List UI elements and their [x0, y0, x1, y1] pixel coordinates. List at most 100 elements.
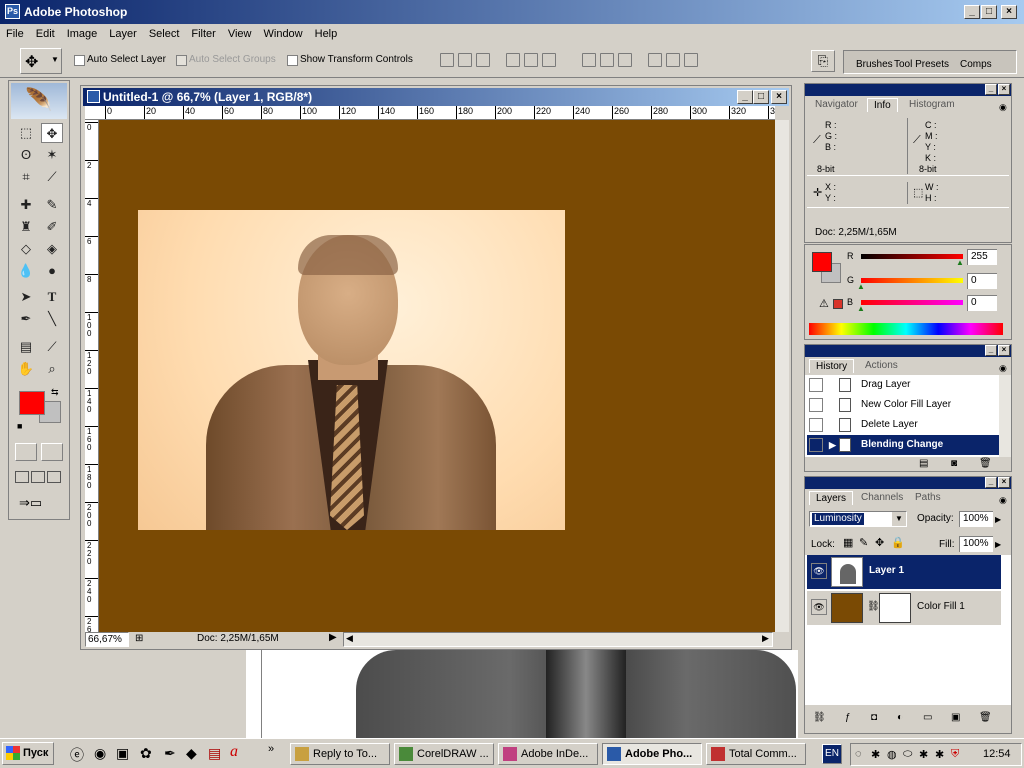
tab-info[interactable]: Info	[867, 98, 898, 112]
brush-tool-icon[interactable]: ✎	[41, 195, 63, 215]
tab-paths[interactable]: Paths	[909, 491, 947, 505]
visibility-eye-icon[interactable]: 👁	[811, 563, 827, 579]
history-item-selected[interactable]: ▶ Blending Change	[807, 435, 1001, 455]
zoom-level-field[interactable]: 66,67%	[85, 632, 129, 647]
tool-preset-picker[interactable]: ✥ ▼	[20, 48, 62, 74]
menu-select[interactable]: Select	[143, 24, 186, 44]
layers-panel-minimize-button[interactable]: _	[985, 477, 997, 488]
feather-logo-icon[interactable]: 🪶	[11, 83, 67, 119]
history-scrollbar[interactable]	[999, 375, 1011, 457]
slider-thumb-icon[interactable]: ▲	[956, 258, 964, 267]
tray-icon[interactable]: ✱	[871, 748, 880, 761]
new-snapshot-icon[interactable]: ◙	[951, 458, 957, 469]
photoshop-quicklaunch-icon[interactable]: ◆	[186, 745, 197, 762]
task-button-active[interactable]: Adobe Pho...	[602, 743, 702, 765]
standard-mode-icon[interactable]	[15, 443, 37, 461]
tab-channels[interactable]: Channels	[855, 491, 909, 505]
quick-mask-mode-icon[interactable]	[41, 443, 63, 461]
history-item[interactable]: New Color Fill Layer	[807, 395, 1001, 415]
lock-image-icon[interactable]: ✎	[859, 536, 868, 549]
lock-transparent-icon[interactable]: ▦	[843, 536, 853, 549]
vertical-scrollbar[interactable]	[775, 120, 789, 632]
blur-tool-icon[interactable]: 💧	[15, 261, 37, 281]
history-item[interactable]: Drag Layer	[807, 375, 1001, 395]
palette-tab-brushes[interactable]: Brushes	[856, 59, 893, 70]
eyedropper-tool-icon[interactable]: ⟋	[41, 337, 63, 357]
red-slider[interactable]	[861, 254, 963, 259]
green-slider[interactable]	[861, 278, 963, 283]
panel-menu-icon[interactable]: ◉	[999, 363, 1007, 374]
slider-thumb-icon[interactable]: ▲	[857, 304, 865, 313]
trash-icon[interactable]: 🗑	[979, 712, 992, 723]
more-quicklaunch-icon[interactable]: »	[268, 743, 274, 755]
tray-icon[interactable]: ⬭	[903, 748, 912, 761]
adjustment-layer-icon[interactable]: ◐	[897, 712, 903, 723]
lock-position-icon[interactable]: ✥	[875, 536, 884, 549]
distribute-right-icon[interactable]	[684, 53, 698, 67]
auto-select-groups-checkbox[interactable]	[176, 55, 187, 66]
task-button[interactable]: Total Comm...	[706, 743, 806, 765]
minimize-button[interactable]: _	[964, 5, 980, 19]
task-button[interactable]: Adobe InDe...	[498, 743, 598, 765]
jump-to-imageready-icon[interactable]: ⇒▭	[19, 495, 59, 513]
screen-mode-icons[interactable]	[15, 471, 65, 487]
trash-icon[interactable]: 🗑	[979, 458, 992, 469]
info-panel-close-button[interactable]: ×	[998, 84, 1010, 95]
doc-close-button[interactable]: ×	[771, 90, 787, 104]
panel-menu-icon[interactable]: ◉	[999, 495, 1007, 506]
move-tool-icon[interactable]: ✥	[41, 123, 63, 143]
history-panel-close-button[interactable]: ×	[998, 345, 1010, 356]
desktop-icon[interactable]: ▣	[116, 745, 129, 762]
crop-tool-icon[interactable]: ⌗	[15, 167, 37, 187]
menu-view[interactable]: View	[222, 24, 258, 44]
align-top-icon[interactable]	[440, 53, 454, 67]
task-button[interactable]: Reply to To...	[290, 743, 390, 765]
start-button[interactable]: Пуск	[2, 742, 54, 765]
tab-actions[interactable]: Actions	[859, 359, 904, 373]
notes-tool-icon[interactable]: ▤	[15, 337, 37, 357]
magic-wand-tool-icon[interactable]: ✶	[41, 145, 63, 165]
foreground-color-swatch[interactable]	[19, 391, 45, 415]
acrobat-icon[interactable]: a	[230, 743, 238, 761]
distribute-hcenter-icon[interactable]	[666, 53, 680, 67]
ie-icon[interactable]: ⓔ	[70, 745, 84, 765]
menu-help[interactable]: Help	[309, 24, 344, 44]
lock-all-icon[interactable]: 🔒	[891, 536, 905, 549]
red-value-input[interactable]: 255	[967, 249, 997, 265]
blue-value-input[interactable]: 0	[967, 295, 997, 311]
file-browser-icon[interactable]: ⎘	[811, 50, 835, 72]
new-layer-icon[interactable]: ▣	[951, 712, 960, 723]
new-document-from-state-icon[interactable]: ▤	[919, 458, 928, 469]
antivirus-shield-icon[interactable]: ⛨	[951, 748, 959, 761]
menu-file[interactable]: File	[0, 24, 30, 44]
status-icon[interactable]: ⊞	[135, 633, 143, 644]
doc-minimize-button[interactable]: _	[737, 90, 753, 104]
opacity-input[interactable]: 100%	[959, 511, 993, 527]
tray-icon[interactable]: ◌	[855, 748, 862, 760]
align-vcenter-icon[interactable]	[458, 53, 472, 67]
outlook-icon[interactable]: ◉	[94, 745, 106, 762]
align-right-icon[interactable]	[542, 53, 556, 67]
canvas[interactable]	[99, 120, 775, 632]
task-button[interactable]: CorelDRAW ...	[394, 743, 494, 765]
healing-brush-tool-icon[interactable]: ✚	[15, 195, 37, 215]
menu-filter[interactable]: Filter	[185, 24, 221, 44]
status-menu-arrow-icon[interactable]: ▶	[329, 632, 337, 643]
layer-row[interactable]: 👁 ⛓ Color Fill 1	[807, 591, 1001, 625]
menu-edit[interactable]: Edit	[30, 24, 61, 44]
path-selection-tool-icon[interactable]: ➤	[15, 287, 37, 307]
layer-row-selected[interactable]: 👁 Layer 1	[807, 555, 1001, 589]
paint-bucket-tool-icon[interactable]: ◈	[41, 239, 63, 259]
menu-window[interactable]: Window	[258, 24, 309, 44]
fill-slider-arrow-icon[interactable]: ▶	[995, 540, 1001, 549]
auto-select-layer-checkbox[interactable]	[74, 55, 85, 66]
color-foreground-swatch[interactable]	[812, 252, 832, 272]
swap-colors-icon[interactable]: ⇆	[51, 387, 59, 398]
close-button[interactable]: ×	[1001, 5, 1017, 19]
type-tool-icon[interactable]: T	[41, 287, 63, 307]
link-layers-icon[interactable]: ⛓	[813, 712, 826, 723]
save-icon[interactable]: ▤	[208, 745, 221, 762]
dodge-tool-icon[interactable]: ●	[41, 261, 63, 281]
tab-histogram[interactable]: Histogram	[903, 98, 961, 112]
coreldraw-icon[interactable]: ✒	[164, 745, 176, 762]
